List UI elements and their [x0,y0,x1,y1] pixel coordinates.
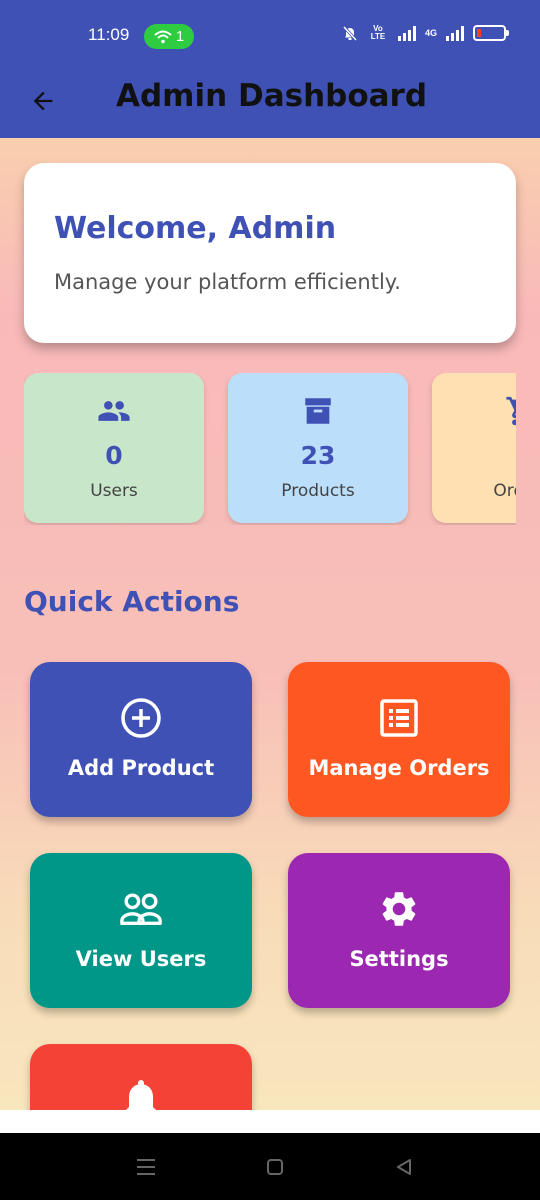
home-button[interactable] [255,1151,295,1183]
stat-card-products[interactable]: 23 Products [228,373,408,523]
settings-button[interactable]: Settings [288,853,510,1008]
stat-label: Orders [493,481,516,501]
manage-orders-button[interactable]: Manage Orders [288,662,510,817]
stat-value: 23 [300,441,336,470]
cart-icon [504,393,516,429]
hotspot-badge: 1 [144,24,194,49]
bell-icon [119,1078,163,1110]
status-icons: Vo LTE 4G [342,24,509,41]
volte-label: Vo LTE [370,24,386,41]
people-outline-icon [119,887,163,931]
signal-icon [397,25,416,41]
add-circle-icon [119,696,163,740]
notifications-button[interactable] [30,1044,252,1110]
action-label: Add Product [67,756,215,780]
hotspot-count: 1 [175,28,185,45]
page-title: Admin Dashboard [116,78,428,114]
stat-card-users[interactable]: 0 Users [24,373,204,523]
add-product-button[interactable]: Add Product [30,662,252,817]
stat-value: 0 [105,441,123,470]
dashboard-content[interactable]: Welcome, Admin Manage your platform effi… [0,138,540,1110]
system-nav-bar [0,1133,540,1200]
network-4g-label: 4G [424,28,437,38]
wifi-icon [154,30,172,43]
stats-carousel[interactable]: 0 Users 23 Products 1 Orders [24,373,516,525]
gear-icon [377,887,421,931]
system-back-button[interactable] [384,1151,424,1183]
status-time: 11:09 [88,25,130,44]
people-icon [96,393,132,429]
recent-apps-button[interactable] [126,1151,166,1183]
menu-icon [137,1159,155,1175]
stat-label: Users [90,481,138,501]
welcome-subtitle: Manage your platform efficiently. [54,270,401,294]
welcome-title: Welcome, Admin [54,211,337,246]
app-bar: Admin Dashboard [0,66,540,138]
status-bar: 11:09 1 Vo LTE 4G [0,0,540,66]
list-alt-icon [377,696,421,740]
mute-bell-icon [342,25,358,41]
action-label: Manage Orders [308,756,490,780]
back-triangle-icon [397,1159,411,1175]
action-label: Settings [349,947,449,971]
archive-box-icon [300,393,336,429]
stat-label: Products [281,481,355,501]
signal-4g-icon [446,25,464,41]
action-label: View Users [75,947,207,971]
home-square-icon [267,1159,283,1175]
back-button[interactable] [22,80,64,122]
welcome-card: Welcome, Admin Manage your platform effi… [24,163,516,343]
arrow-back-icon [33,91,53,111]
view-users-button[interactable]: View Users [30,853,252,1008]
battery-icon [473,25,509,41]
stat-card-orders[interactable]: 1 Orders [432,373,516,523]
section-title: Quick Actions [24,585,240,618]
stat-value: 1 [432,441,516,470]
